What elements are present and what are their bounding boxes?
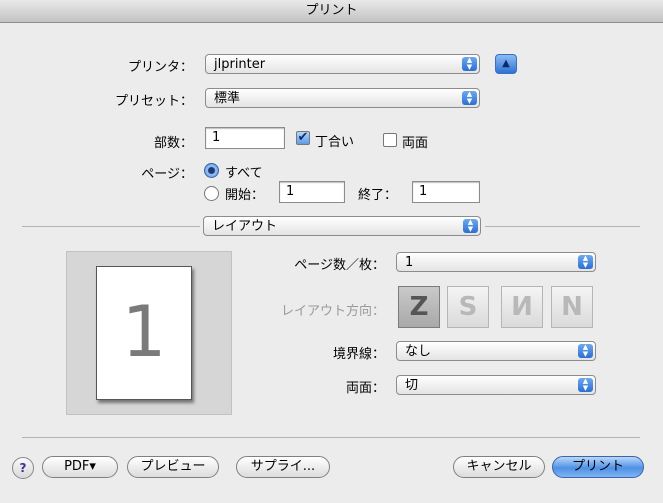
pages-all-radio[interactable] — [204, 163, 219, 178]
pages-from-value: 1 — [286, 184, 295, 199]
disclosure-button[interactable]: ▲ — [495, 54, 517, 74]
printer-value: jlprinter — [214, 57, 266, 72]
pages-to-label: 終了： — [358, 188, 398, 203]
pages-to-value: 1 — [419, 184, 428, 199]
pages-label: ページ： — [141, 167, 193, 182]
preview-page: 1 — [96, 266, 192, 400]
z-direction-icon: Z — [409, 292, 429, 322]
pdf-button[interactable]: PDF▾ — [42, 456, 118, 478]
presets-value: 標準 — [214, 91, 241, 106]
duplex-label: 両面 — [402, 136, 429, 151]
border-popup[interactable]: なし ▲ ▼ — [396, 341, 596, 361]
copies-label: 部数： — [153, 136, 193, 151]
direction-n-button[interactable]: N — [551, 286, 593, 328]
pages-per-sheet-label: ページ数／枚： — [294, 258, 385, 273]
window-title: プリント — [0, 0, 663, 23]
border-label: 境界線： — [332, 347, 385, 362]
copies-value: 1 — [212, 130, 221, 145]
bottom-separator — [22, 437, 640, 438]
section-value: レイアウト — [212, 219, 278, 234]
collate-label: 丁合い — [315, 135, 355, 150]
s-direction-icon: S — [458, 292, 478, 322]
checkmark-icon: ✔ — [297, 130, 309, 145]
presets-popup[interactable]: 標準 ▲ ▼ — [205, 88, 480, 108]
separator-right — [485, 226, 640, 227]
border-value: なし — [405, 344, 432, 359]
presets-label: プリセット： — [114, 94, 193, 109]
supplies-button[interactable]: サプライ... — [236, 456, 330, 478]
copies-field[interactable]: 1 — [205, 127, 285, 149]
layout-direction-label: レイアウト方向： — [280, 304, 385, 319]
pages-from-field[interactable]: 1 — [279, 181, 345, 203]
help-button[interactable]: ? — [12, 457, 34, 479]
layout-duplex-popup[interactable]: 切 ▲ ▼ — [396, 375, 596, 395]
popup-arrows-icon: ▲ ▼ — [462, 57, 477, 71]
direction-s-button[interactable]: S — [447, 286, 489, 328]
pages-range-radio[interactable] — [204, 186, 219, 201]
pages-to-field[interactable]: 1 — [412, 181, 480, 203]
pages-from-label: 開始： — [225, 188, 265, 203]
popup-arrows-icon: ▲ ▼ — [462, 91, 477, 105]
layout-duplex-label: 両面： — [345, 381, 385, 396]
pages-per-sheet-value: 1 — [405, 255, 414, 270]
layout-duplex-value: 切 — [405, 378, 419, 393]
printer-popup[interactable]: jlprinter ▲ ▼ — [205, 54, 480, 74]
reverse-n-direction-icon: И — [511, 292, 533, 322]
section-popup[interactable]: レイアウト ▲ ▼ — [203, 216, 481, 236]
collate-checkbox[interactable]: ✔ — [296, 131, 310, 145]
separator-left — [22, 226, 200, 227]
popup-arrows-icon: ▲ ▼ — [578, 344, 593, 358]
question-icon: ? — [19, 461, 27, 475]
preview-page-number: 1 — [121, 291, 167, 373]
duplex-checkbox[interactable] — [383, 133, 397, 147]
triangle-up-icon: ▲ — [502, 58, 510, 69]
direction-reverse-n-button[interactable]: И — [501, 286, 543, 328]
printer-label: プリンタ： — [127, 60, 193, 75]
pages-all-label: すべて — [225, 166, 263, 181]
n-direction-icon: N — [561, 292, 583, 322]
popup-arrows-icon: ▲ ▼ — [578, 378, 593, 392]
cancel-button[interactable]: キャンセル — [453, 456, 545, 478]
popup-arrows-icon: ▲ ▼ — [463, 219, 478, 233]
popup-arrows-icon: ▲ ▼ — [578, 255, 593, 269]
direction-z-button[interactable]: Z — [398, 286, 440, 328]
pages-per-sheet-popup[interactable]: 1 ▲ ▼ — [396, 252, 596, 272]
print-button[interactable]: プリント — [552, 456, 644, 478]
preview-button[interactable]: プレビュー — [127, 456, 219, 478]
